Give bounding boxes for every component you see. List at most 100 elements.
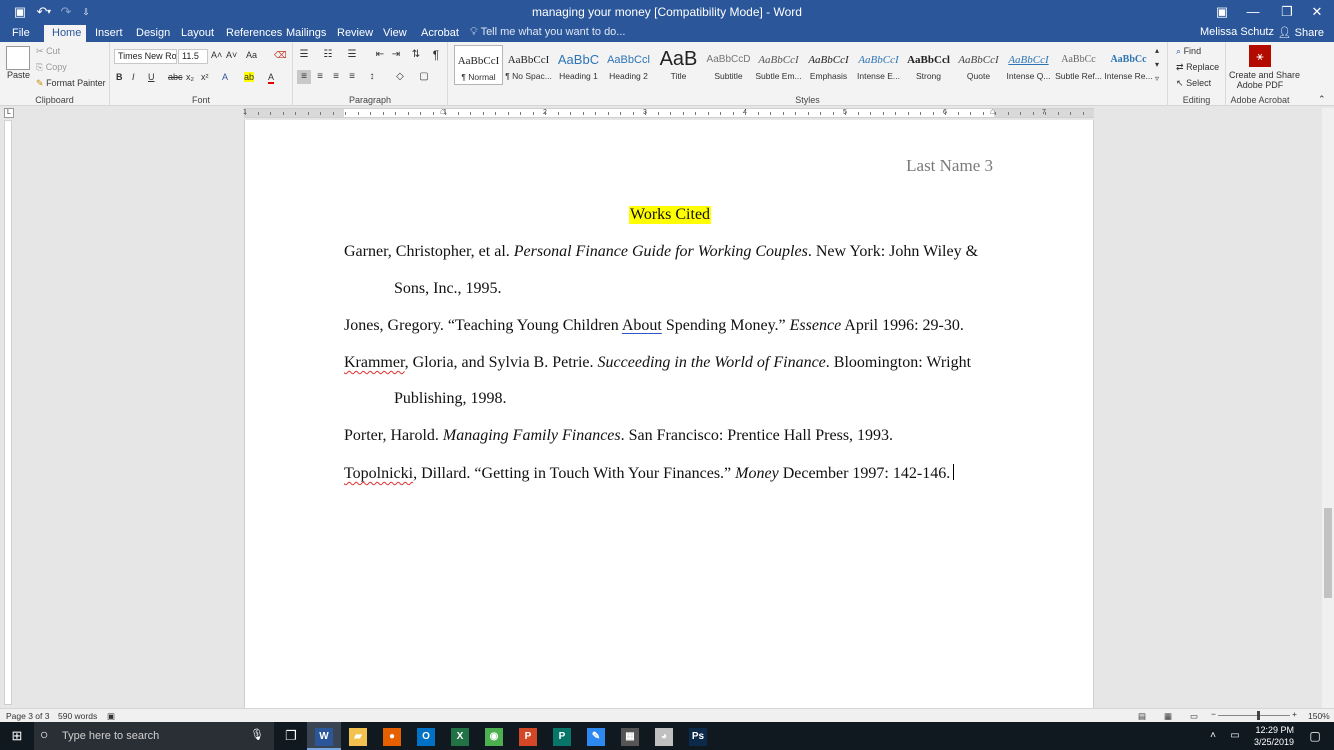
taskbar-app-publisher[interactable]: P [545,722,579,750]
tab-review[interactable]: Review [329,25,381,42]
select-button[interactable]: ↖ Select [1176,78,1211,89]
horizontal-ruler[interactable]: 1 1 2 3 4 5 6 7 ⌂ ⌂ [243,106,1094,118]
maximize-button[interactable]: ❐ [1270,0,1304,24]
web-layout-icon[interactable]: ▭ [1190,711,1198,722]
zoom-slider-knob[interactable] [1257,711,1260,720]
copy-button[interactable]: ⎘ Copy [36,62,67,73]
style-subtle-reference[interactable]: AaBbCc Subtle Ref... [1054,45,1103,85]
taskbar-app-explorer[interactable]: ▰ [341,722,375,750]
vertical-scrollbar[interactable] [1322,108,1334,708]
tab-view[interactable]: View [375,25,415,42]
grow-font-button[interactable]: A˄ [211,50,222,60]
bullets-icon[interactable]: ☰ [297,48,311,62]
tab-file[interactable]: File [4,25,38,42]
page-header[interactable]: Last Name 3 [906,156,993,176]
text-effects-button[interactable]: A [222,72,228,82]
superscript-button[interactable]: x² [201,72,209,82]
style-intense-quote[interactable]: AaBbCcI Intense Q... [1004,45,1053,85]
share-button[interactable]: 👤︎ Share [1278,26,1324,39]
user-name[interactable]: Melissa Schutz [1200,26,1274,38]
citation-krammer[interactable]: Krammer, Gloria, and Sylvia B. Petrie. S… [344,354,971,372]
word-count[interactable]: 590 words [58,711,97,721]
style-heading-1[interactable]: AaBbC Heading 1 [554,45,603,85]
citation-garner[interactable]: Garner, Christopher, et al. Personal Fin… [344,243,978,261]
ribbon-display-options-icon[interactable]: ▣ [1205,0,1239,24]
citation-porter[interactable]: Porter, Harold. Managing Family Finances… [344,427,893,445]
cut-button[interactable]: ✂ Cut [36,46,60,57]
font-name-combo[interactable]: Times New Ro [114,49,177,64]
style-emphasis[interactable]: AaBbCcI Emphasis [804,45,853,85]
underline-button[interactable]: U [148,72,155,82]
align-center-icon[interactable]: ≡ [313,70,327,84]
tab-home[interactable]: Home [44,25,86,42]
numbering-icon[interactable]: ☷ [321,48,335,62]
styles-scroll-down-icon[interactable]: ▾ [1155,60,1159,69]
shrink-font-button[interactable]: A˅ [226,50,237,60]
zoom-slider[interactable] [1218,715,1290,716]
subscript-button[interactable]: x₂ [186,72,194,82]
page-count[interactable]: Page 3 of 3 [6,711,49,721]
taskbar-app-calculator[interactable]: ▦ [613,722,647,750]
clipboard-icon[interactable] [6,46,30,70]
paste-button[interactable]: Paste [7,70,30,80]
microphone-icon[interactable]: 🎙︎ [250,728,264,741]
line-spacing-icon[interactable]: ↕ [365,70,379,84]
citation-topolnicki[interactable]: Topolnicki, Dillard. “Getting in Touch W… [344,464,955,483]
zoom-out-button[interactable]: − [1211,709,1216,719]
citation-garner-cont[interactable]: Sons, Inc., 1995. [394,280,502,298]
works-cited-title[interactable]: Works Cited [629,206,712,224]
taskbar-app-chrome[interactable]: ◉ [477,722,511,750]
print-layout-icon[interactable]: ▦ [1164,711,1172,722]
italic-button[interactable]: I [132,72,135,82]
style-intense-emphasis[interactable]: AaBbCcI Intense E... [854,45,903,85]
close-button[interactable]: ✕ [1300,0,1334,24]
borders-icon[interactable]: ▢ [417,70,431,84]
style-quote[interactable]: AaBbCcI Quote [954,45,1003,85]
citation-jones[interactable]: Jones, Gregory. “Teaching Young Children… [344,317,964,335]
highlight-button[interactable]: ab [244,72,255,82]
show-formatting-marks-icon[interactable]: ¶ [429,48,443,62]
find-button[interactable]: ⌕ Find [1176,46,1201,57]
style-title[interactable]: AaB Title [654,45,703,85]
taskbar-app-powerpoint[interactable]: P [511,722,545,750]
style-heading-2[interactable]: AaBbCcl Heading 2 [604,45,653,85]
styles-more-icon[interactable]: ▿ [1155,74,1159,83]
tab-design[interactable]: Design [128,25,178,42]
tab-selector-button[interactable]: L [4,108,14,118]
bold-button[interactable]: B [116,72,123,82]
strikethrough-button[interactable]: abc [168,72,183,82]
shading-icon[interactable]: ◇ [393,70,407,84]
style-intense-reference[interactable]: AaBbCc Intense Re... [1104,45,1153,85]
tell-me-box[interactable]: 💡︎ Tell me what you want to do... [470,26,625,39]
system-tray[interactable]: 12:29 PM 3/25/2019 [1254,724,1294,748]
justify-icon[interactable]: ≡ [345,70,359,84]
taskbar-app-paint[interactable]: ◕ [647,722,681,750]
create-share-pdf-button[interactable]: Create and Share Adobe PDF [1229,70,1300,90]
acrobat-pdf-icon[interactable]: ⚹ [1249,45,1271,67]
network-icon[interactable]: ▭ [1218,722,1252,750]
read-mode-icon[interactable]: ▤ [1138,711,1146,722]
taskbar-app-photoshop[interactable]: Ps [681,722,715,750]
style-no-spacing[interactable]: AaBbCcI ¶ No Spac... [504,45,553,85]
decrease-indent-icon[interactable]: ⇤ [373,48,387,62]
proofing-icon[interactable]: ▣ [107,711,115,722]
styles-scroll-up-icon[interactable]: ▴ [1155,46,1159,55]
taskbar-app-outlook[interactable]: O [409,722,443,750]
collapse-ribbon-icon[interactable]: ⌃ [1318,94,1326,105]
zoom-in-button[interactable]: + [1292,709,1297,719]
format-painter-button[interactable]: ✎ Format Painter [36,78,106,89]
style-strong[interactable]: AaBbCcl Strong [904,45,953,85]
replace-button[interactable]: ⇄ Replace [1176,62,1219,73]
style-normal[interactable]: AaBbCcI ¶ Normal [454,45,503,85]
taskbar-app-excel[interactable]: X [443,722,477,750]
citation-krammer-cont[interactable]: Publishing, 1998. [394,390,506,408]
action-center-icon[interactable]: ▢ [1298,722,1332,750]
tab-acrobat[interactable]: Acrobat [413,25,467,42]
taskbar-app-word[interactable]: W [307,722,341,750]
change-case-button[interactable]: Aa [246,50,257,60]
taskbar-search-box[interactable]: ○ Type here to search 🎙︎ [34,722,274,750]
font-size-combo[interactable]: 11.5 [178,49,208,64]
task-view-icon[interactable]: ❐ [274,722,308,750]
sort-icon[interactable]: ⇅ [409,48,423,62]
align-left-icon[interactable]: ≡ [297,70,311,84]
